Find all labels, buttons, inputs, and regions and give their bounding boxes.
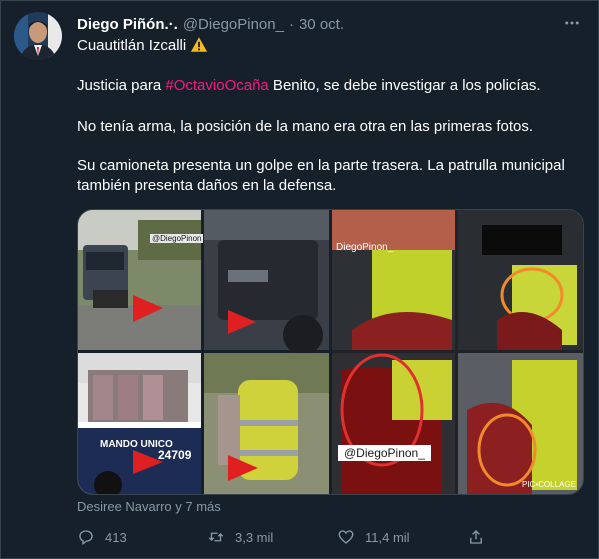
right-watermark-bottom: @DiegoPinon_ [338, 445, 431, 461]
tagged-people[interactable]: Desiree Navarro y 7 más [77, 499, 221, 514]
reply-icon [79, 530, 93, 546]
tweet-text-location: Cuautitlán Izcalli [77, 36, 577, 59]
author-avatar[interactable] [14, 12, 62, 60]
collage-credit: PIC•COLLAGE [522, 480, 576, 489]
reply-count: 413 [105, 529, 127, 545]
tweet-text-truck: Su camioneta presenta un golpe en la par… [77, 157, 565, 194]
truck-number: 24709 [158, 448, 192, 462]
author-handle[interactable]: @DiegoPinon_ [183, 16, 284, 33]
justice-suffix: Benito, se debe investigar a los policía… [268, 77, 541, 94]
warning-icon [190, 36, 208, 59]
like-count: 11,4 mil [365, 529, 410, 545]
avatar-image [14, 12, 62, 60]
retweet-button[interactable]: 3,3 mil [207, 528, 337, 546]
heart-icon [338, 530, 354, 544]
tweet-text-justice: Justicia para #OctavioOcaña Benito, se d… [77, 76, 577, 96]
more-options-icon[interactable] [561, 12, 583, 34]
retweet-count: 3,3 mil [235, 529, 274, 545]
left-collage-graphic [78, 210, 329, 494]
hashtag-link[interactable]: #OctavioOcaña [165, 77, 268, 94]
share-button[interactable] [467, 528, 485, 546]
media-image-left[interactable]: @DiegoPinon MANDO UNICO 24709 [78, 210, 329, 494]
tweet-actions: 413 3,3 mil 11,4 mil [77, 522, 557, 552]
justice-prefix: Justicia para [77, 77, 166, 94]
author-name[interactable]: Diego Piñón.·. [77, 16, 178, 33]
location-text: Cuautitlán Izcalli [77, 37, 187, 54]
left-watermark: @DiegoPinon [150, 234, 204, 243]
tweet-text-weapon: No tenía arma, la posición de la mano er… [77, 118, 534, 135]
media-image-right[interactable]: DiegoPinon_ @DiegoPinon_ PIC•COLLAGE [332, 210, 583, 494]
like-button[interactable]: 11,4 mil [337, 528, 467, 546]
header-separator: · [288, 15, 294, 33]
reply-button[interactable]: 413 [77, 528, 207, 546]
retweet-icon [208, 532, 224, 542]
tweet-header: Diego Piñón.·. @DiegoPinon_ · 30 oct. [77, 13, 344, 35]
right-watermark-top: DiegoPinon_ [336, 242, 394, 253]
tweet-media[interactable]: @DiegoPinon MANDO UNICO 24709 DiegoPinon… [77, 209, 584, 495]
tweet-date[interactable]: 30 oct. [299, 16, 344, 33]
share-icon [470, 530, 482, 544]
